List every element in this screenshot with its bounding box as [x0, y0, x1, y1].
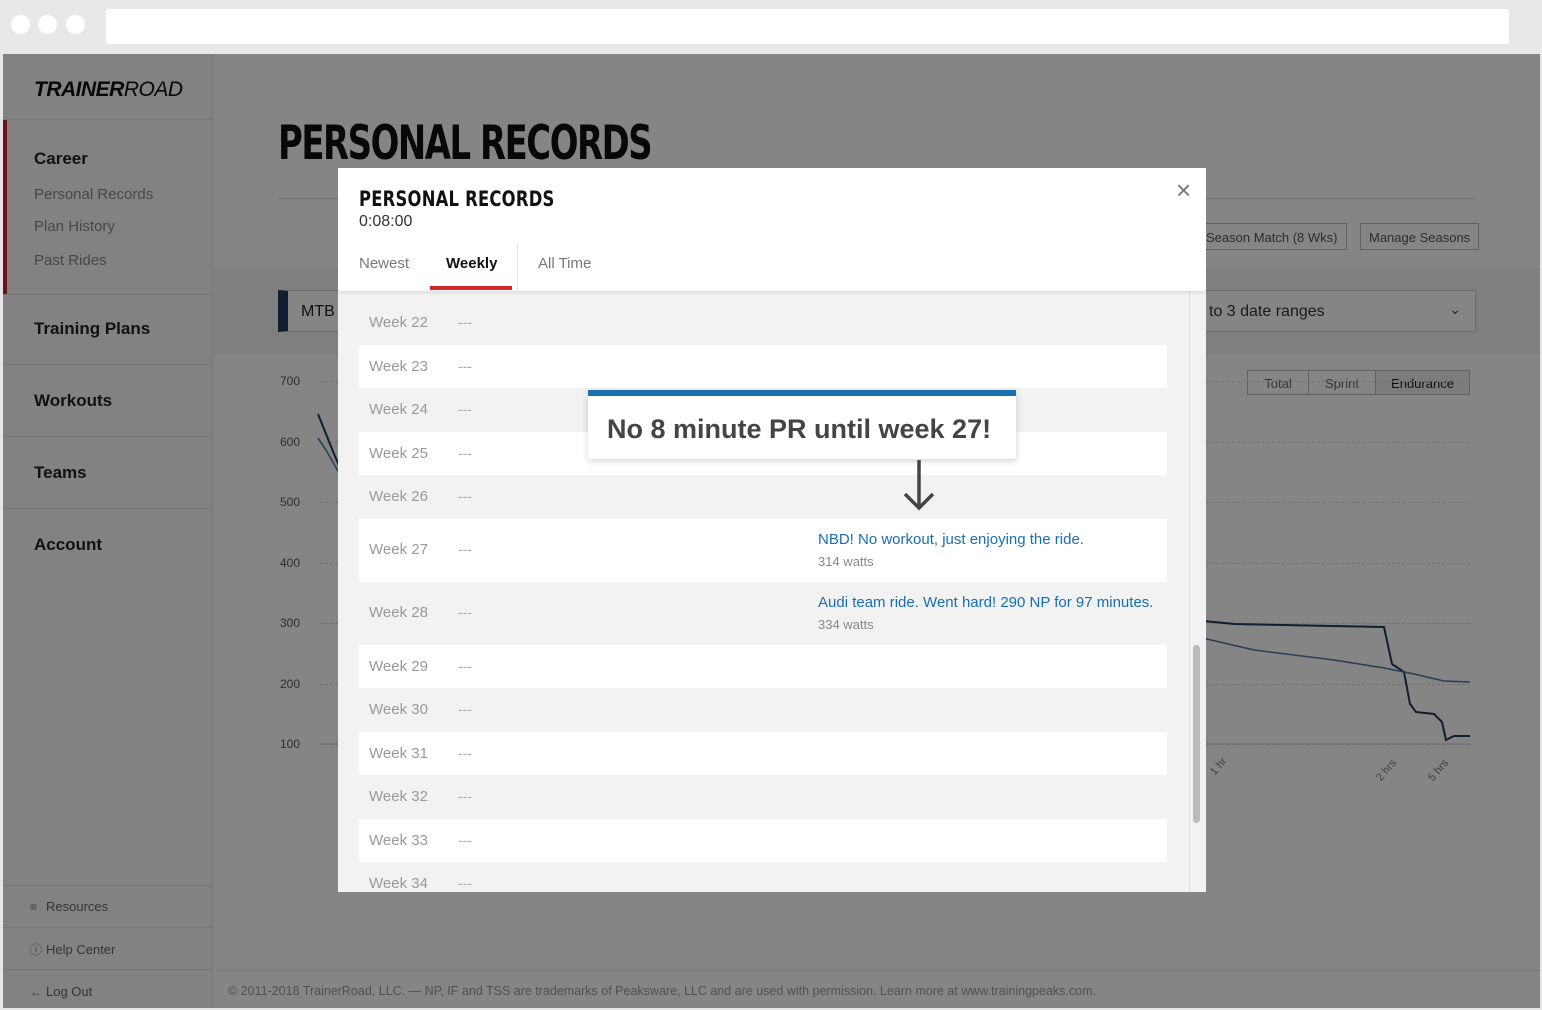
week-value: --- — [458, 788, 472, 804]
week-value: --- — [458, 657, 472, 674]
list-item: Week 29 --- — [359, 644, 1167, 688]
list-item: Week 31 --- — [359, 731, 1167, 775]
week-value: --- — [458, 875, 472, 891]
tab-all-time[interactable]: All Time — [538, 255, 591, 272]
week-value: --- — [458, 540, 472, 557]
week-value: --- — [458, 357, 472, 374]
tab-weekly[interactable]: Weekly — [446, 255, 497, 272]
ride-link[interactable]: Audi team ride. Went hard! 290 NP for 97… — [818, 594, 1153, 611]
week-label: Week 28 — [369, 603, 428, 621]
list-item: Week 27 --- NBD! No workout, just enjoyi… — [359, 518, 1167, 582]
tab-separator — [517, 244, 518, 291]
browser-chrome — [0, 0, 1542, 54]
week-label: Week 30 — [369, 701, 428, 718]
week-value: --- — [458, 401, 472, 417]
week-value: --- — [458, 831, 472, 848]
week-value: --- — [458, 701, 472, 717]
modal-title: PERSONAL RECORDS — [359, 187, 555, 211]
arrow-down-icon — [903, 460, 935, 511]
week-label: Week 23 — [369, 357, 428, 375]
list-item: Week 34 --- — [359, 862, 1167, 892]
ride-watts: 314 watts — [818, 553, 874, 569]
week-value: --- — [458, 603, 472, 620]
list-item: Week 32 --- — [359, 775, 1167, 819]
annotation-callout: No 8 minute PR until week 27! — [588, 390, 1016, 459]
list-item: Week 22 --- — [359, 301, 1167, 345]
scrollbar-thumb[interactable] — [1193, 645, 1200, 823]
list-item: Week 28 --- Audi team ride. Went hard! 2… — [359, 582, 1167, 645]
list-item: Week 23 --- — [359, 344, 1167, 388]
close-icon[interactable]: × — [1176, 177, 1191, 203]
week-label: Week 22 — [369, 314, 428, 331]
scrollbar-track[interactable] — [1189, 291, 1190, 892]
week-label: Week 31 — [369, 744, 428, 762]
week-label: Week 25 — [369, 444, 428, 462]
week-label: Week 24 — [369, 401, 428, 418]
week-label: Week 34 — [369, 875, 428, 892]
window-maximize-dot[interactable] — [66, 15, 85, 34]
week-value: --- — [458, 444, 472, 461]
week-label: Week 26 — [369, 488, 428, 505]
list-item: Week 30 --- — [359, 688, 1167, 732]
week-value: --- — [458, 314, 472, 330]
week-value: --- — [458, 488, 472, 504]
week-label: Week 33 — [369, 831, 428, 849]
modal-duration: 0:08:00 — [359, 213, 413, 230]
address-bar[interactable] — [106, 9, 1509, 44]
active-tab-underline — [430, 286, 512, 290]
modal-header: PERSONAL RECORDS 0:08:00 × Newest Weekly… — [338, 168, 1206, 291]
list-item: Week 26 --- — [359, 475, 1167, 519]
window-close-dot[interactable] — [11, 15, 30, 34]
list-item: Week 33 --- — [359, 818, 1167, 862]
week-label: Week 32 — [369, 788, 428, 805]
week-label: Week 29 — [369, 657, 428, 675]
window-minimize-dot[interactable] — [38, 15, 57, 34]
tab-newest[interactable]: Newest — [359, 255, 409, 272]
ride-watts: 334 watts — [818, 616, 874, 632]
week-label: Week 27 — [369, 540, 428, 558]
ride-link[interactable]: NBD! No workout, just enjoying the ride. — [818, 531, 1084, 548]
personal-records-modal: PERSONAL RECORDS 0:08:00 × Newest Weekly… — [338, 168, 1206, 892]
week-value: --- — [458, 744, 472, 761]
